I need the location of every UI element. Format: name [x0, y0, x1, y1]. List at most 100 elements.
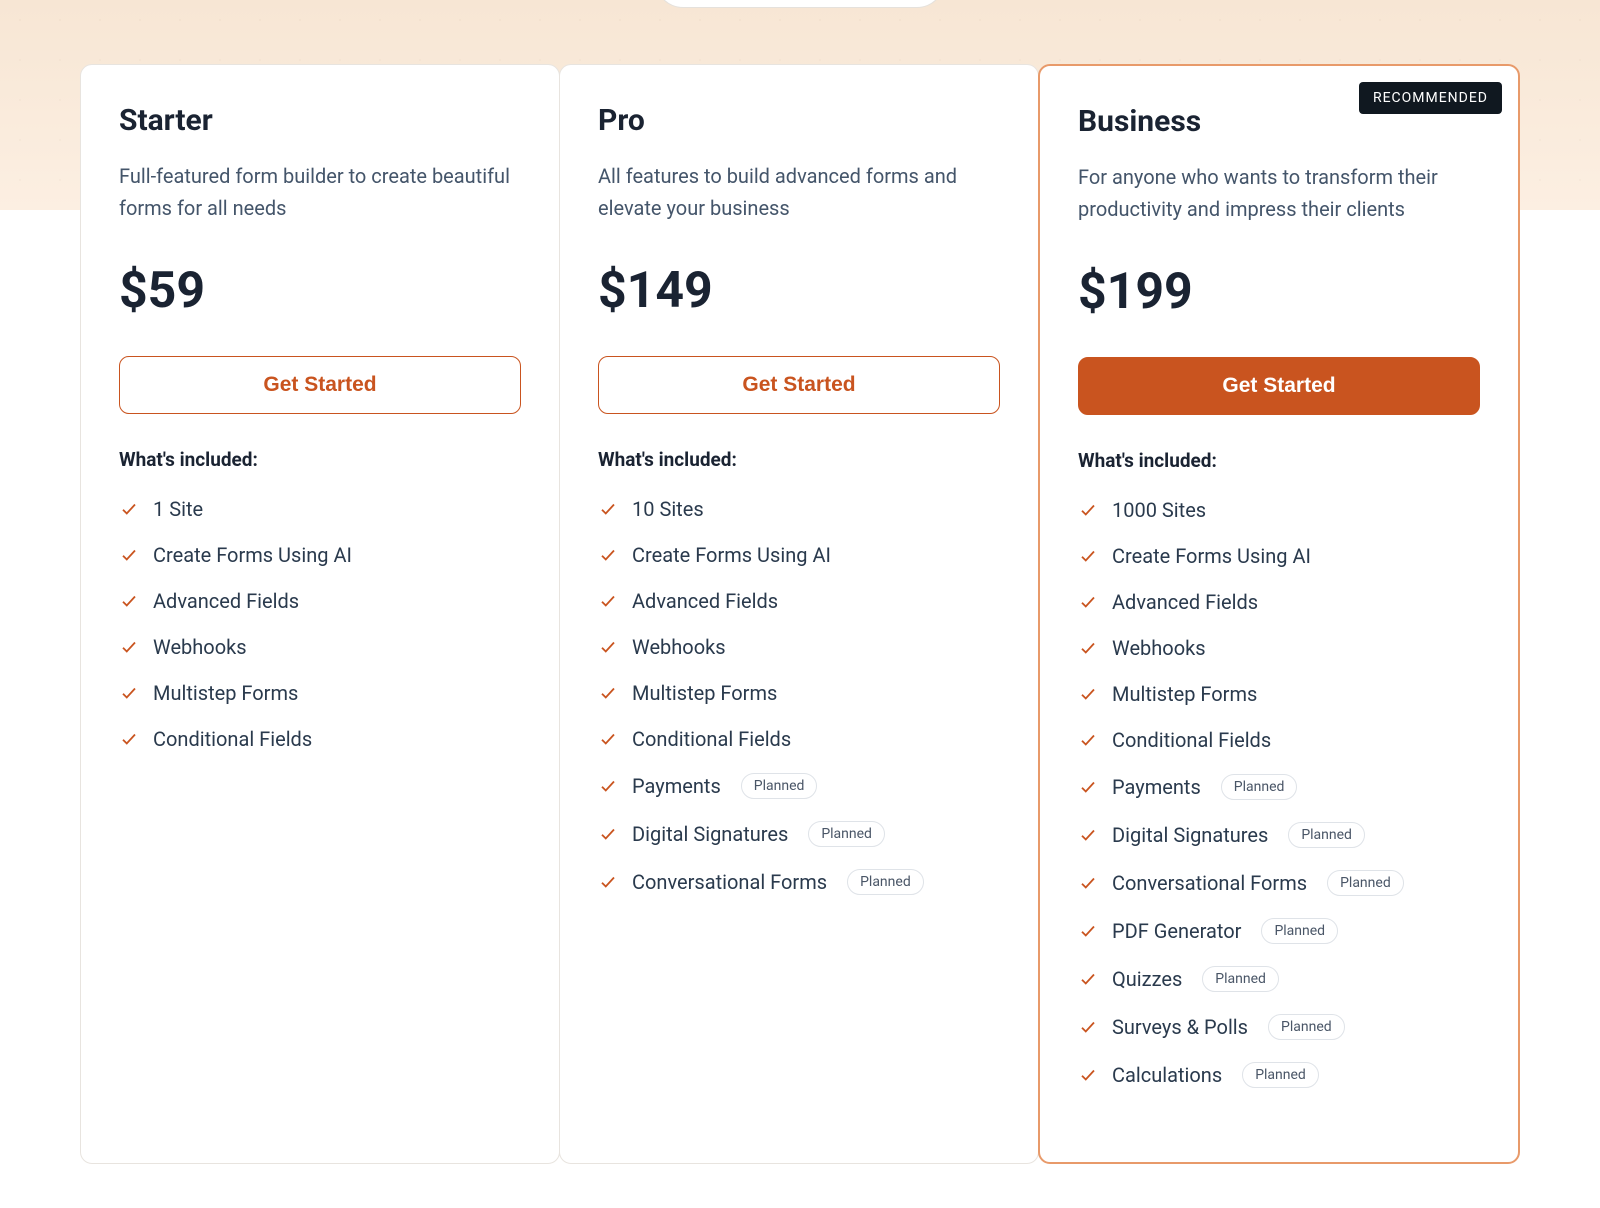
- check-icon: [598, 683, 618, 703]
- get-started-button[interactable]: Get Started: [1078, 357, 1480, 415]
- feature-item: 10 Sites: [598, 497, 1000, 521]
- planned-badge: Planned: [1327, 870, 1404, 896]
- plan-card-business: RECOMMENDED Business For anyone who want…: [1038, 64, 1520, 1164]
- check-icon: [1078, 1065, 1098, 1085]
- feature-label: Multistep Forms: [632, 681, 777, 705]
- check-icon: [1078, 777, 1098, 797]
- planned-badge: Planned: [847, 869, 924, 895]
- planned-badge: Planned: [741, 773, 818, 799]
- feature-label: Quizzes: [1112, 967, 1182, 991]
- feature-label: Payments: [632, 774, 721, 798]
- feature-label: Webhooks: [632, 635, 726, 659]
- feature-item: Create Forms Using AI: [598, 543, 1000, 567]
- feature-item: CalculationsPlanned: [1078, 1062, 1480, 1088]
- check-icon: [1078, 825, 1098, 845]
- feature-item: Webhooks: [598, 635, 1000, 659]
- check-icon: [119, 591, 139, 611]
- recommended-badge: RECOMMENDED: [1359, 82, 1502, 114]
- feature-label: Conditional Fields: [632, 727, 791, 751]
- feature-label: Conditional Fields: [153, 727, 312, 751]
- feature-label: Create Forms Using AI: [153, 543, 352, 567]
- planned-badge: Planned: [1221, 774, 1298, 800]
- feature-list: 1 Site Create Forms Using AI Advanced Fi…: [119, 497, 521, 751]
- feature-item: Quizzes Planned: [1078, 966, 1480, 992]
- planned-badge: Planned: [1268, 1014, 1345, 1040]
- included-label: What's included:: [598, 448, 1000, 471]
- feature-item: Multistep Forms: [1078, 682, 1480, 706]
- check-icon: [598, 499, 618, 519]
- check-icon: [1078, 684, 1098, 704]
- check-icon: [598, 824, 618, 844]
- feature-list: 10 Sites Create Forms Using AI Advanced …: [598, 497, 1000, 895]
- plan-price: $149: [598, 262, 1000, 320]
- feature-label: 10 Sites: [632, 497, 704, 521]
- feature-label: Payments: [1112, 775, 1201, 799]
- feature-label: Digital Signatures: [632, 822, 788, 846]
- feature-item: Conditional Fields: [598, 727, 1000, 751]
- feature-label: 1 Site: [153, 497, 203, 521]
- feature-label: Conditional Fields: [1112, 728, 1271, 752]
- check-icon: [598, 637, 618, 657]
- feature-label: PDF Generator: [1112, 919, 1241, 943]
- billing-toggle-stub: [655, 0, 945, 8]
- feature-item: Create Forms Using AI: [1078, 544, 1480, 568]
- plan-name: Pro: [598, 103, 1000, 138]
- feature-label: Surveys & Polls: [1112, 1015, 1248, 1039]
- feature-label: Advanced Fields: [1112, 590, 1258, 614]
- check-icon: [1078, 921, 1098, 941]
- feature-item: Conversational Forms Planned: [1078, 870, 1480, 896]
- feature-item: Multistep Forms: [119, 681, 521, 705]
- feature-label: Advanced Fields: [632, 589, 778, 613]
- included-label: What's included:: [1078, 449, 1480, 472]
- planned-badge: Planned: [1202, 966, 1279, 992]
- check-icon: [598, 729, 618, 749]
- plan-price: $199: [1078, 263, 1480, 321]
- feature-item: Multistep Forms: [598, 681, 1000, 705]
- feature-label: Webhooks: [1112, 636, 1206, 660]
- feature-item: Digital SignaturesPlanned: [1078, 822, 1480, 848]
- feature-list: 1000 Sites Create Forms Using AI Advance…: [1078, 498, 1480, 1088]
- plan-description: Full-featured form builder to create bea…: [119, 160, 521, 232]
- feature-item: Conversational Forms Planned: [598, 869, 1000, 895]
- check-icon: [1078, 638, 1098, 658]
- feature-item: Create Forms Using AI: [119, 543, 521, 567]
- plan-description: For anyone who wants to transform their …: [1078, 161, 1480, 233]
- check-icon: [119, 545, 139, 565]
- feature-label: Conversational Forms: [632, 870, 827, 894]
- included-label: What's included:: [119, 448, 521, 471]
- check-icon: [1078, 969, 1098, 989]
- feature-item: PDF Generator Planned: [1078, 918, 1480, 944]
- feature-item: Advanced Fields: [119, 589, 521, 613]
- feature-item: 1000 Sites: [1078, 498, 1480, 522]
- planned-badge: Planned: [1288, 822, 1365, 848]
- feature-label: Webhooks: [153, 635, 247, 659]
- check-icon: [598, 545, 618, 565]
- feature-item: Surveys & Polls Planned: [1078, 1014, 1480, 1040]
- feature-item: 1 Site: [119, 497, 521, 521]
- feature-item: Webhooks: [1078, 636, 1480, 660]
- feature-item: Conditional Fields: [119, 727, 521, 751]
- check-icon: [598, 776, 618, 796]
- planned-badge: Planned: [1261, 918, 1338, 944]
- plan-description: All features to build advanced forms and…: [598, 160, 1000, 232]
- check-icon: [119, 499, 139, 519]
- feature-label: Conversational Forms: [1112, 871, 1307, 895]
- feature-label: Create Forms Using AI: [1112, 544, 1311, 568]
- feature-item: Webhooks: [119, 635, 521, 659]
- feature-item: Advanced Fields: [598, 589, 1000, 613]
- planned-badge: Planned: [1242, 1062, 1319, 1088]
- feature-label: Multistep Forms: [153, 681, 298, 705]
- get-started-button[interactable]: Get Started: [598, 356, 1000, 414]
- feature-item: Advanced Fields: [1078, 590, 1480, 614]
- plan-card-pro: Pro All features to build advanced forms…: [559, 64, 1039, 1164]
- check-icon: [1078, 546, 1098, 566]
- feature-item: Payments Planned: [1078, 774, 1480, 800]
- check-icon: [1078, 500, 1098, 520]
- get-started-button[interactable]: Get Started: [119, 356, 521, 414]
- feature-item: Conditional Fields: [1078, 728, 1480, 752]
- pricing-cards: Starter Full-featured form builder to cr…: [80, 0, 1520, 1164]
- plan-name: Starter: [119, 103, 521, 138]
- check-icon: [598, 872, 618, 892]
- feature-label: Advanced Fields: [153, 589, 299, 613]
- check-icon: [119, 637, 139, 657]
